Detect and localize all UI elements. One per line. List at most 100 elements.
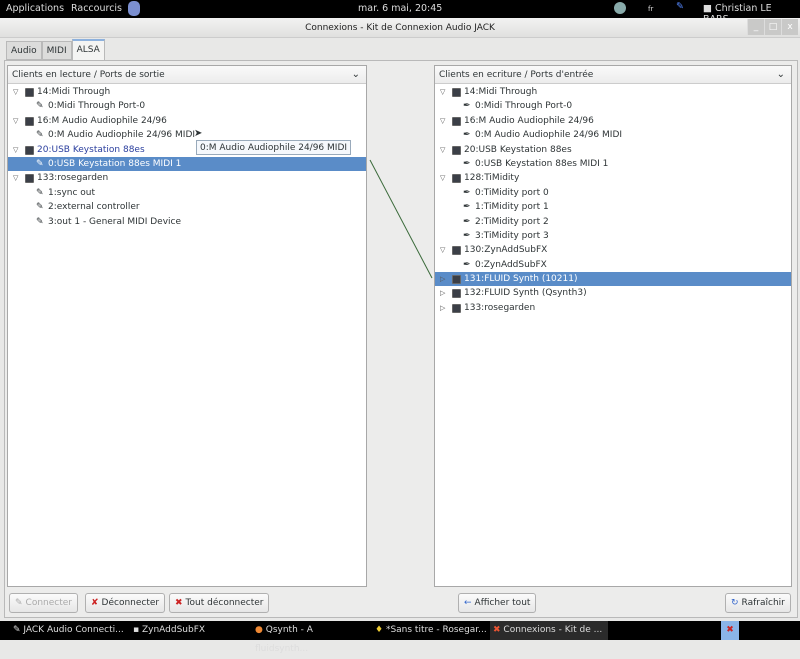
port-plug-icon: ✒ [463,187,471,198]
port-plug-icon: ✒ [463,130,471,141]
app-launcher-icon[interactable] [128,1,140,16]
port-label: 2:TiMidity port 2 [475,216,549,227]
port-plug-icon: ✒ [463,259,471,270]
shortcuts-menu[interactable]: Raccourcis [71,3,122,14]
port-row[interactable]: ✎ 0:Midi Through Port-0 [8,99,366,113]
clipboard-icon[interactable]: ✎ [676,1,684,12]
collapse-arrow-icon[interactable]: ▽ [13,171,18,185]
window-titlebar: Connexions - Kit de Connexion Audio JACK… [0,18,800,38]
show-all-label: Afficher tout [474,598,531,608]
arrow-left-icon: ← [464,598,472,608]
refresh-button[interactable]: ↻ Rafraîchir [725,593,791,613]
task-connexions[interactable]: ✖ Connexions - Kit de ... [490,621,608,640]
port-label: 0:USB Keystation 88es MIDI 1 [475,158,609,169]
client-label: 128:TiMidity [464,173,520,184]
top-panel: Applications Raccourcis mar. 6 mai, 20:4… [0,0,800,25]
port-label: 0:ZynAddSubFX [475,259,547,270]
expand-arrow-icon[interactable]: ▷ [440,286,445,300]
window-title: Connexions - Kit de Connexion Audio JACK [305,23,495,33]
collapse-arrow-icon[interactable]: ▽ [440,114,445,128]
port-label: 1:sync out [48,187,96,198]
connection-line [369,159,433,279]
port-row[interactable]: ✒ 0:ZynAddSubFX [435,258,791,272]
client-label: 130:ZynAddSubFX [464,245,548,256]
port-row[interactable]: ✒ 3:TiMidity port 3 [435,229,791,243]
port-row[interactable]: ✒ 2:TiMidity port 2 [435,215,791,229]
client-row[interactable]: ▽ 20:USB Keystation 88es [435,143,791,157]
maximize-button[interactable]: □ [764,19,781,35]
client-row[interactable]: ▷ 131:FLUID Synth (10211) [435,272,791,287]
collapse-arrow-icon[interactable]: ▽ [13,143,18,157]
port-row[interactable]: ✎ 3:out 1 - General MIDI Device [8,215,366,229]
port-row[interactable]: ✎ 1:sync out [8,186,366,200]
chevron-down-icon[interactable]: ⌄ [777,66,785,84]
show-all-button[interactable]: ← Afficher tout [458,593,537,613]
clock[interactable]: mar. 6 mai, 20:45 [358,3,442,14]
port-label: 0:M Audio Audiophile 24/96 MIDI [48,130,196,141]
client-row[interactable]: ▽ 133:rosegarden [8,171,366,185]
connect-button[interactable]: ✎ Connecter [9,593,78,613]
client-icon [452,116,461,126]
refresh-label: Rafraîchir [741,598,785,608]
expand-arrow-icon[interactable]: ▷ [440,272,445,286]
tab-bar: Audio MIDI ALSA [6,39,105,60]
port-label: 1:TiMidity port 1 [475,202,549,213]
collapse-arrow-icon[interactable]: ▽ [13,114,18,128]
tooltip: 0:M Audio Audiophile 24/96 MIDI [196,140,352,155]
keyboard-layout[interactable]: fr [648,5,653,13]
output-ports-header[interactable]: Clients en lecture / Ports de sortie ⌄ [8,66,366,84]
chevron-down-icon[interactable]: ⌄ [352,66,360,84]
port-row[interactable]: ✒ 1:TiMidity port 1 [435,200,791,214]
port-row[interactable]: ✒ 0:TiMidity port 0 [435,186,791,200]
disconnect-all-button[interactable]: ✖ Tout déconnecter [169,593,270,613]
task-label: ZynAddSubFX [141,625,206,635]
minimize-button[interactable]: _ [747,19,764,35]
disconnect-button[interactable]: ✘ Déconnecter [85,593,166,613]
tab-midi[interactable]: MIDI [41,41,72,60]
port-label: 0:USB Keystation 88es MIDI 1 [48,158,182,169]
plug-icon: ✎ [15,598,23,608]
port-plug-icon: ✒ [463,216,471,227]
task-zyn[interactable]: ▪ ZynAddSubFX [130,621,245,640]
collapse-arrow-icon[interactable]: ▽ [440,243,445,257]
client-row[interactable]: ▽ 16:M Audio Audiophile 24/96 [435,114,791,128]
expand-arrow-icon[interactable]: ▷ [440,301,445,315]
port-label: 0:Midi Through Port-0 [475,101,573,112]
port-row[interactable]: ✒ 0:USB Keystation 88es MIDI 1 [435,157,791,171]
task-jack[interactable]: ✎ JACK Audio Connecti... [10,621,125,640]
client-row[interactable]: ▽ 14:Midi Through [8,85,366,99]
port-row[interactable]: ✒ 0:M Audio Audiophile 24/96 MIDI [435,128,791,142]
tab-alsa[interactable]: ALSA [71,39,105,60]
port-plug-icon: ✎ [36,187,44,198]
input-ports-header[interactable]: Clients en ecriture / Ports d'entrée ⌄ [435,66,791,84]
collapse-arrow-icon[interactable]: ▽ [440,85,445,99]
network-icon[interactable] [614,2,626,14]
client-icon [25,174,34,184]
port-row[interactable]: ✒ 0:Midi Through Port-0 [435,99,791,113]
workspace-switcher[interactable]: ✖ [721,621,739,640]
client-icon [25,145,34,155]
tab-audio[interactable]: Audio [6,41,42,60]
client-row[interactable]: ▽ 14:Midi Through [435,85,791,99]
connections-view [369,159,433,279]
client-label: 131:FLUID Synth (10211) [464,274,578,285]
port-row[interactable]: ✎ 0:USB Keystation 88es MIDI 1 [8,156,366,172]
task-label: JACK Audio Connecti... [23,625,124,635]
client-row[interactable]: ▷ 133:rosegarden [435,301,791,315]
client-row[interactable]: ▽ 130:ZynAddSubFX [435,243,791,257]
collapse-arrow-icon[interactable]: ▽ [440,171,445,185]
collapse-arrow-icon[interactable]: ▽ [13,85,18,99]
applications-menu[interactable]: Applications [6,3,64,14]
task-qsynth[interactable]: ● Qsynth - A fluidsynth... [252,621,367,654]
collapse-arrow-icon[interactable]: ▽ [440,143,445,157]
client-row[interactable]: ▽ 16:M Audio Audiophile 24/96 [8,114,366,128]
task-rosegarden[interactable]: ♦ *Sans titre - Rosegar... [372,621,487,640]
port-plug-icon: ✒ [463,158,471,169]
close-button[interactable]: x [781,19,798,35]
client-row[interactable]: ▷ 132:FLUID Synth (Qsynth3) [435,286,791,300]
port-plug-icon: ✒ [463,230,471,241]
port-row[interactable]: ✎ 2:external controller [8,200,366,214]
client-icon [452,289,461,299]
client-row[interactable]: ▽ 128:TiMidity [435,171,791,185]
client-icon [452,145,461,155]
